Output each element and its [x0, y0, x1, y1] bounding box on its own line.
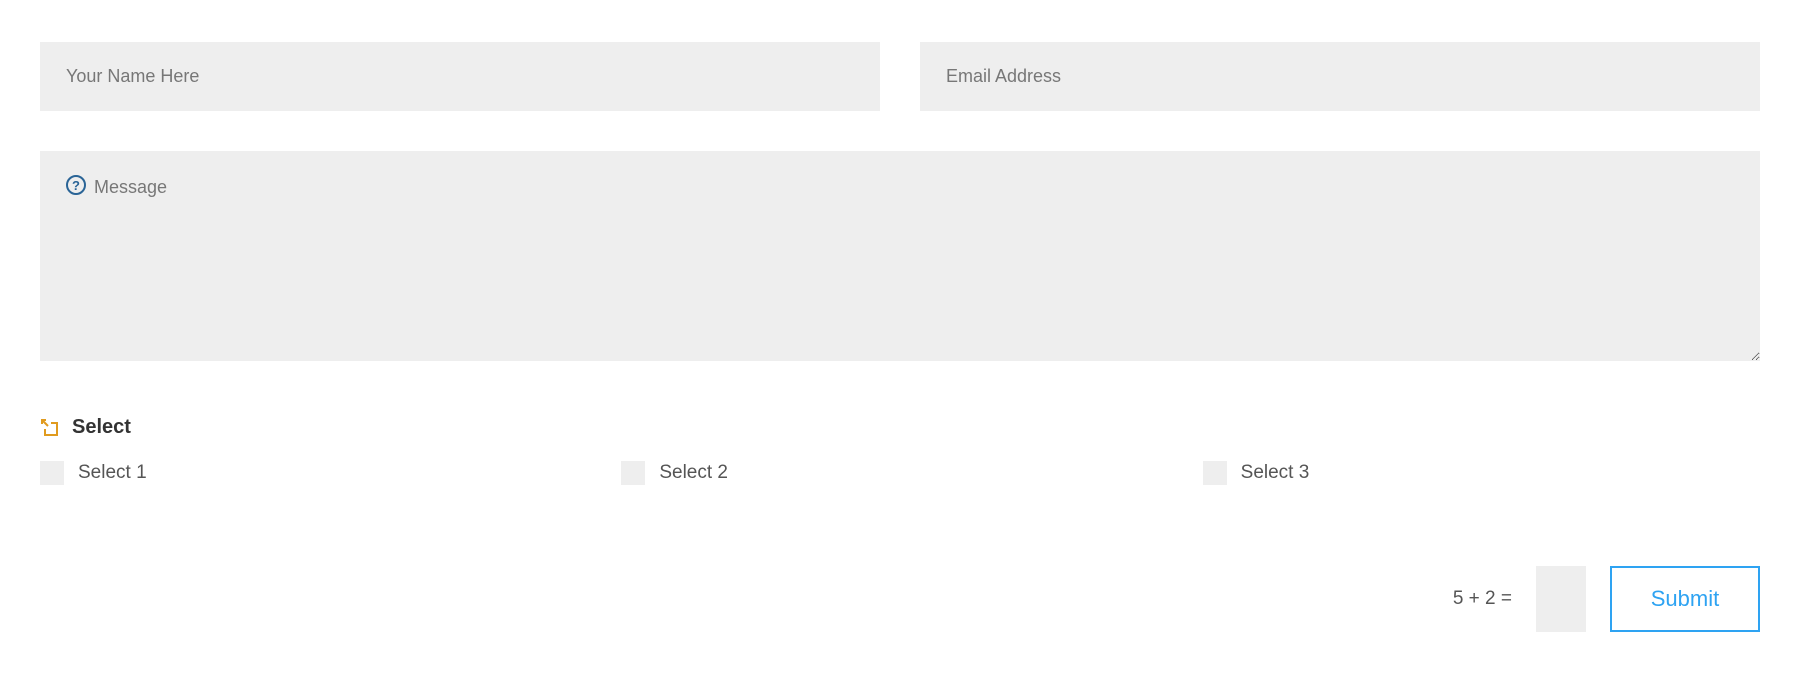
name-email-row: [40, 42, 1760, 111]
name-input[interactable]: [40, 42, 880, 111]
message-row: ?: [40, 151, 1760, 366]
option-item: Select 1: [40, 461, 597, 485]
option-label: Select 3: [1241, 462, 1310, 484]
select-title-label: Select: [72, 416, 131, 439]
email-input[interactable]: [920, 42, 1760, 111]
select-section: Select Select 1 Select 2 Select 3: [40, 416, 1760, 485]
captcha-question: 5 + 2 =: [1453, 588, 1512, 610]
option-item: Select 3: [1203, 461, 1760, 485]
message-field: ?: [40, 151, 1760, 366]
select-title-row: Select: [40, 416, 1760, 439]
option-label: Select 2: [659, 462, 728, 484]
submit-button[interactable]: Submit: [1610, 566, 1760, 632]
form-footer: 5 + 2 = Submit: [1453, 566, 1760, 632]
option-checkbox-2[interactable]: [621, 461, 645, 485]
option-item: Select 2: [621, 461, 1178, 485]
name-field: [40, 42, 880, 111]
arrow-box-icon: [40, 418, 60, 438]
options-row: Select 1 Select 2 Select 3: [40, 461, 1760, 485]
captcha-input[interactable]: [1536, 566, 1586, 632]
option-label: Select 1: [78, 462, 147, 484]
contact-form: ? Select Select 1 Select 2: [0, 0, 1800, 485]
option-checkbox-1[interactable]: [40, 461, 64, 485]
email-field: [920, 42, 1760, 111]
message-input[interactable]: [40, 151, 1760, 361]
option-checkbox-3[interactable]: [1203, 461, 1227, 485]
